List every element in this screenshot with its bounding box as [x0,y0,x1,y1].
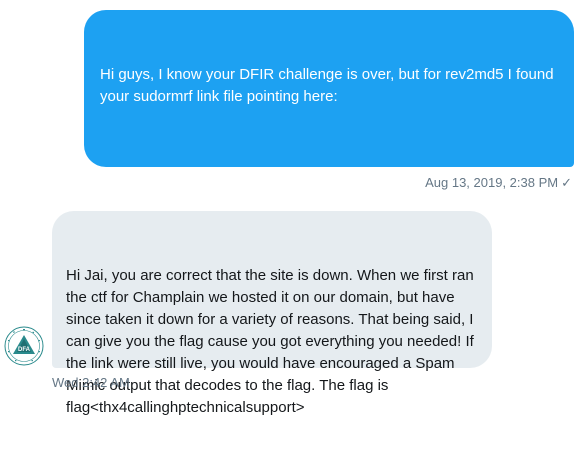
dm-conversation: Hi guys, I know your DFIR challenge is o… [0,0,582,416]
dfa-logo-icon: DFA [4,326,44,366]
sent-message-greeting: Hi guys, I know your DFIR challenge is o… [100,66,558,105]
received-message-timestamp: Wed 2:42 AM [52,375,130,390]
url-prefix: URL= [100,176,139,193]
avatar-logo-text: DFA [18,347,31,353]
received-message-text: Hi Jai, you are correct that the site is… [66,267,478,416]
read-check-icon: ✓ [561,175,572,190]
sent-message-timestamp: Aug 13, 2019, 2:38 PM [425,175,559,190]
sent-message-meta: Aug 13, 2019, 2:38 PM ✓ [425,175,572,191]
avatar[interactable]: DFA [4,326,44,366]
received-message-bubble[interactable]: Hi Jai, you are correct that the site is… [52,211,492,416]
url-link[interactable]: ctf.champdfa.org/winnerwinnerch... [139,176,372,193]
sent-message-bubble[interactable]: Hi guys, I know your DFIR challenge is o… [84,10,574,303]
